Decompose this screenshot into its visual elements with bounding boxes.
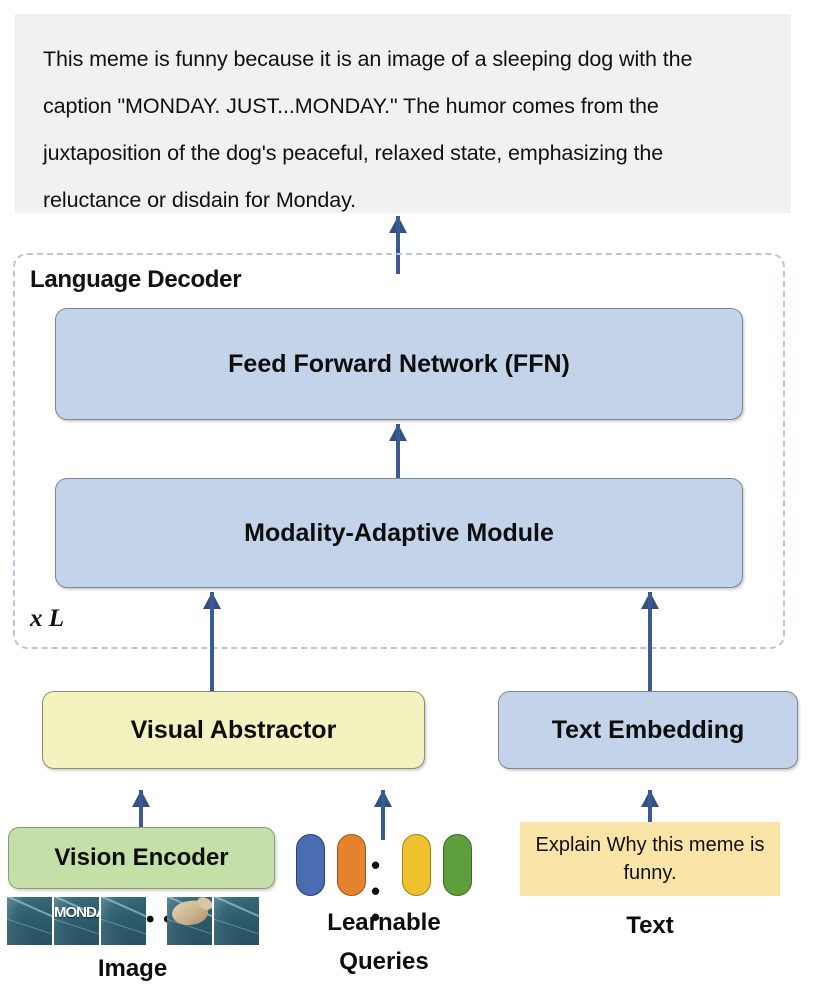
thumbnail-photo bbox=[214, 897, 259, 945]
query-capsule-orange bbox=[337, 834, 366, 896]
vision-encoder-label: Vision Encoder bbox=[54, 844, 229, 871]
input-image-thumbnails: MONDAY • • • bbox=[7, 897, 259, 945]
vision-encoder-block[interactable]: Vision Encoder bbox=[8, 827, 275, 889]
feed-forward-network-label: Feed Forward Network (FFN) bbox=[228, 349, 570, 378]
caption-text: Text bbox=[626, 912, 674, 939]
arrow-shaft bbox=[139, 790, 143, 830]
visual-abstractor-label: Visual Abstractor bbox=[130, 715, 337, 744]
feed-forward-network-block[interactable]: Feed Forward Network (FFN) bbox=[55, 308, 743, 420]
arrow-shaft bbox=[381, 790, 385, 840]
image-thumbnail bbox=[101, 897, 146, 945]
layer-repeat-label: x L bbox=[30, 605, 65, 632]
model-output-panel: This meme is funny because it is an imag… bbox=[15, 14, 791, 213]
caption-image: Image bbox=[97, 955, 168, 982]
architecture-diagram: This meme is funny because it is an imag… bbox=[0, 0, 829, 993]
image-thumbnail bbox=[7, 897, 52, 945]
modality-adaptive-module-block[interactable]: Modality-Adaptive Module bbox=[55, 478, 743, 588]
language-decoder-title: Language Decoder bbox=[30, 266, 242, 293]
text-embedding-block[interactable]: Text Embedding bbox=[498, 691, 798, 769]
model-output-text: This meme is funny because it is an imag… bbox=[43, 47, 693, 212]
image-thumbnail-dog bbox=[167, 897, 212, 945]
thumbnail-caption-text: MONDAY bbox=[54, 904, 99, 921]
modality-adaptive-module-label: Modality-Adaptive Module bbox=[244, 518, 554, 547]
caption-learnable-queries-line1: Learnable bbox=[327, 909, 441, 936]
input-prompt-text: Explain Why this meme is funny. bbox=[535, 834, 765, 884]
query-capsule-green bbox=[443, 834, 472, 896]
text-embedding-label: Text Embedding bbox=[551, 715, 745, 744]
caption-learnable-queries: Learnable Queries bbox=[270, 903, 498, 981]
caption-learnable-queries-line2: Queries bbox=[339, 948, 429, 975]
thumbnail-photo bbox=[7, 897, 52, 945]
arrow-shaft bbox=[648, 592, 652, 692]
query-capsule-yellow bbox=[402, 834, 431, 896]
visual-abstractor-block[interactable]: Visual Abstractor bbox=[42, 691, 425, 769]
input-prompt-box[interactable]: Explain Why this meme is funny. bbox=[520, 822, 780, 896]
image-thumbnail: MONDAY bbox=[54, 897, 99, 945]
learnable-queries-group: • • • bbox=[296, 834, 472, 930]
thumbnail-photo bbox=[101, 897, 146, 945]
image-thumbnail bbox=[214, 897, 259, 945]
query-capsule-blue bbox=[296, 834, 325, 896]
arrow-shaft bbox=[210, 592, 214, 692]
arrow-shaft bbox=[396, 424, 400, 478]
